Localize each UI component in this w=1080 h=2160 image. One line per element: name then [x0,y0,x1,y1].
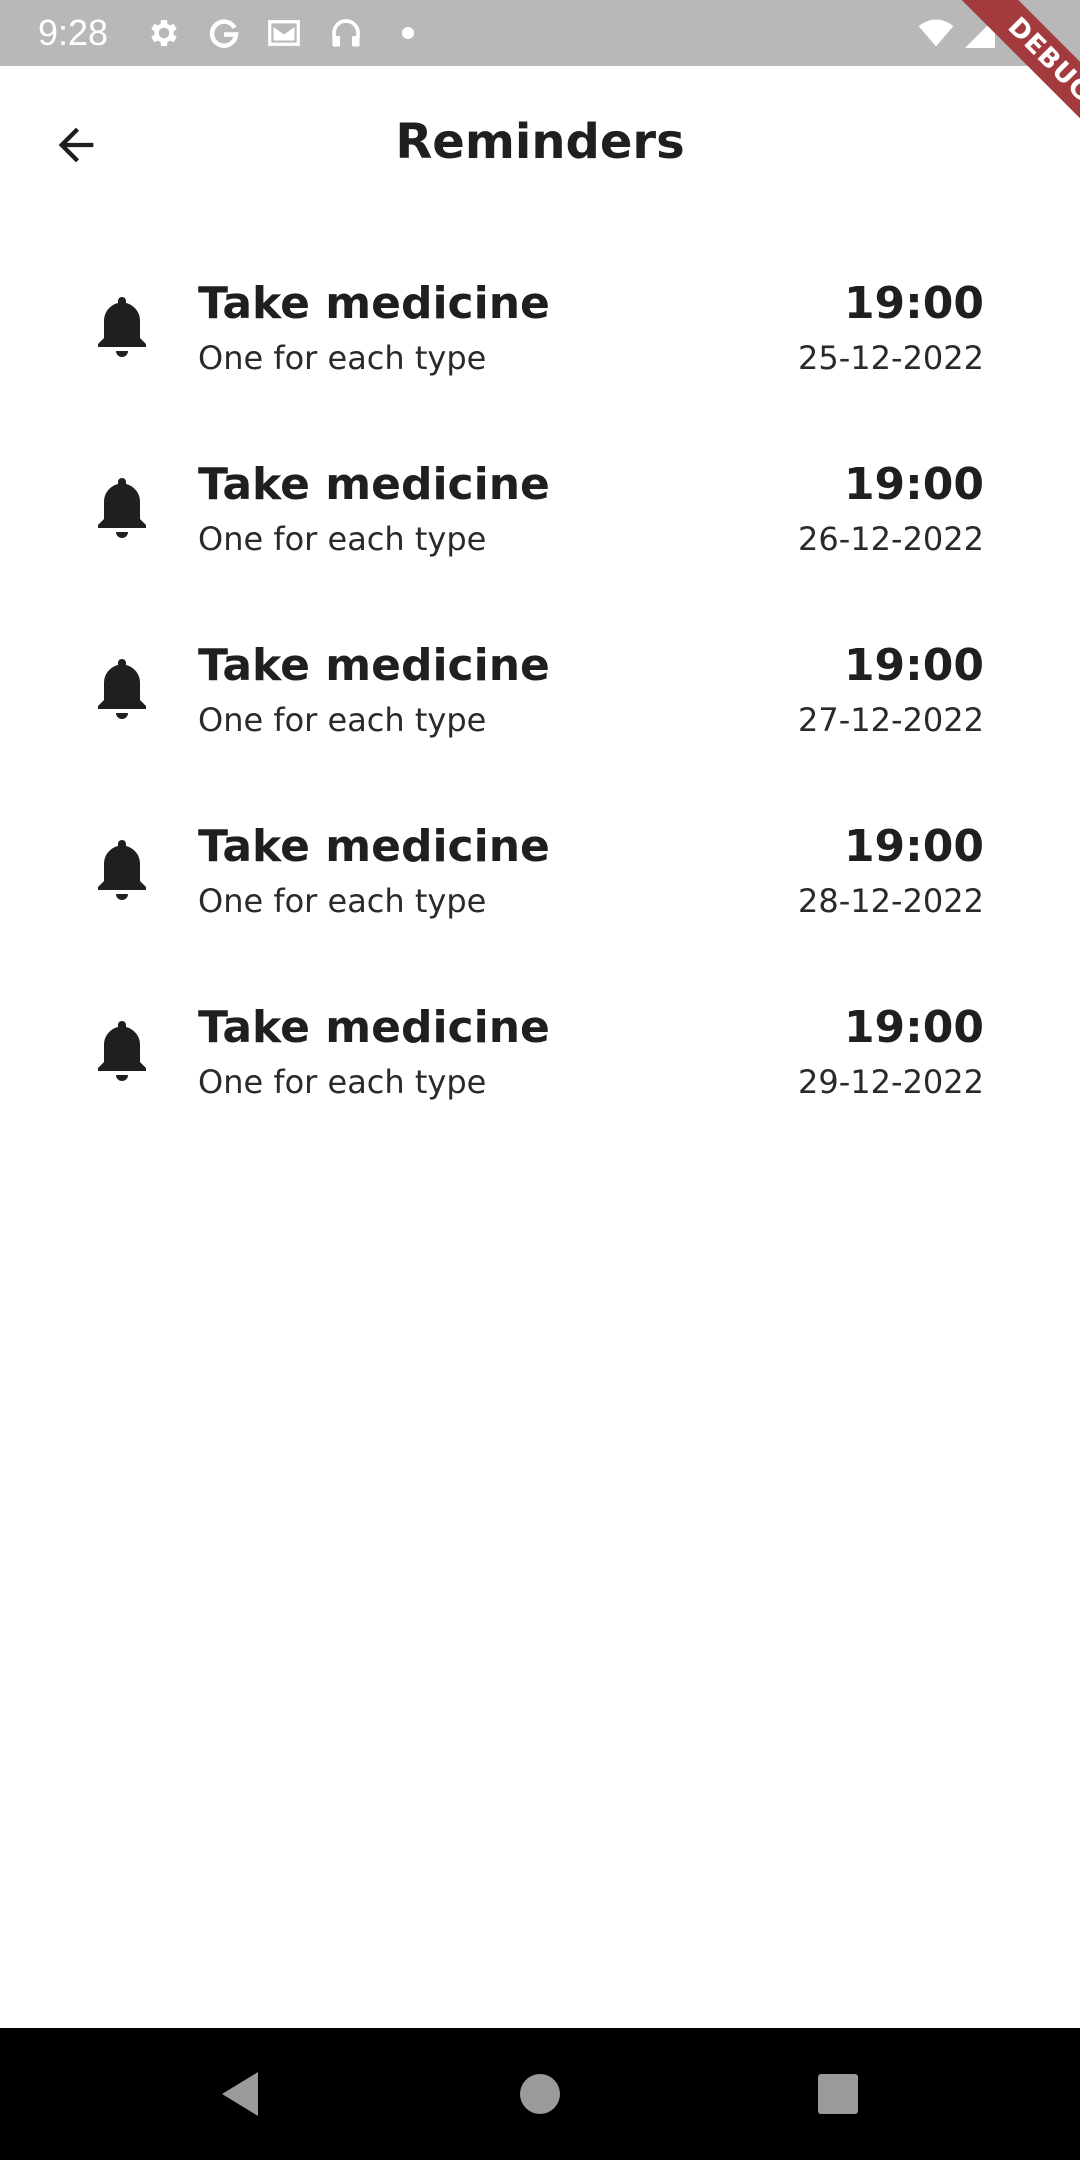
list-item[interactable]: Take medicine One for each type 19:00 27… [0,612,1080,793]
headphones-icon [328,15,364,51]
reminder-time: 19:00 [843,821,984,872]
nav-back-icon [222,2072,258,2116]
screen: 9:28 DEBUG Reminders Take medicine One f… [0,0,1080,2160]
list-item[interactable]: Take medicine One for each type 19:00 29… [0,974,1080,1155]
reminder-date: 28-12-2022 [798,882,984,920]
page-title: Reminders [395,114,685,170]
reminder-time: 19:00 [843,278,984,329]
reminder-date: 29-12-2022 [798,1063,984,1101]
nav-home-button[interactable] [510,2064,570,2124]
gmail-icon [266,15,302,51]
bell-icon [96,1020,148,1082]
bell-icon [96,839,148,901]
list-item[interactable]: Take medicine One for each type 19:00 25… [0,250,1080,431]
reminder-subtitle: One for each type [198,701,487,739]
reminder-time: 19:00 [843,1002,984,1053]
nav-back-button[interactable] [210,2064,270,2124]
bell-icon [96,296,148,358]
status-bar: 9:28 [0,0,1080,66]
reminder-title: Take medicine [198,459,550,510]
status-time: 9:28 [38,12,109,53]
reminder-subtitle: One for each type [198,882,487,920]
wifi-icon [918,15,954,51]
reminder-title: Take medicine [198,1002,550,1053]
reminder-date: 27-12-2022 [798,701,984,739]
nav-recents-button[interactable] [808,2064,868,2124]
app-bar: Reminders [0,66,1080,220]
notification-dot-icon [402,27,414,39]
settings-icon [146,15,182,51]
reminder-subtitle: One for each type [198,339,487,377]
reminder-time: 19:00 [843,459,984,510]
reminder-date: 26-12-2022 [798,520,984,558]
list-item[interactable]: Take medicine One for each type 19:00 26… [0,431,1080,612]
reminder-time: 19:00 [843,640,984,691]
reminder-subtitle: One for each type [198,1063,487,1101]
reminder-title: Take medicine [198,821,550,872]
bell-icon [96,477,148,539]
reminder-list: Take medicine One for each type 19:00 25… [0,250,1080,1155]
reminder-subtitle: One for each type [198,520,487,558]
reminder-title: Take medicine [198,640,550,691]
bell-icon [96,658,148,720]
reminder-date: 25-12-2022 [798,339,984,377]
reminder-title: Take medicine [198,278,550,329]
list-item[interactable]: Take medicine One for each type 19:00 28… [0,793,1080,974]
google-icon [206,15,242,51]
nav-home-icon [520,2074,560,2114]
nav-recents-icon [818,2074,858,2114]
system-nav-bar [0,2028,1080,2160]
